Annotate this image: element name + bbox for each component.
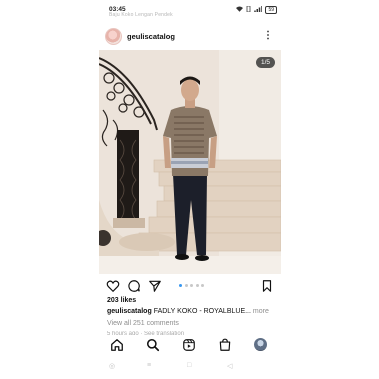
carousel-dot <box>184 284 188 287</box>
accessibility-icon[interactable]: ◎ <box>109 362 115 370</box>
comment-icon[interactable] <box>127 279 141 293</box>
carousel-indicator <box>179 284 204 287</box>
post-caption: geuliscatalog FADLY KOKO - ROYALBLUE... … <box>107 308 269 315</box>
home-button-icon[interactable]: □ <box>187 362 191 369</box>
back-icon[interactable]: ◁ <box>227 362 232 370</box>
search-icon[interactable] <box>146 338 160 352</box>
scrolled-caption-remnant: Baju Koko Lengan Pendek <box>109 12 173 18</box>
battery-icon: 59 <box>265 6 277 14</box>
signal-icon <box>254 6 263 14</box>
menu-icon[interactable]: ≡ <box>147 362 151 369</box>
system-navigation: ◎ ≡ □ ◁ <box>99 358 281 376</box>
vibrate-icon <box>246 5 251 14</box>
avatar[interactable] <box>105 28 122 45</box>
carousel-dot <box>179 284 182 287</box>
heart-icon[interactable] <box>106 279 120 293</box>
bookmark-icon[interactable] <box>260 279 274 293</box>
reels-icon[interactable] <box>182 338 196 352</box>
likes-count[interactable]: 203 likes <box>107 297 136 304</box>
instagram-post-screen: 03:45 59 Baju Koko Lengan Pendek geulisc… <box>99 0 281 379</box>
status-icons: 59 <box>236 5 277 14</box>
post-username[interactable]: geuliscatalog <box>127 32 175 41</box>
post-photo[interactable]: 1/5 <box>99 50 281 274</box>
profile-avatar[interactable] <box>254 338 267 351</box>
caption-text: FADLY KOKO - ROYALBLUE... <box>153 308 251 315</box>
wifi-icon <box>236 6 244 14</box>
caption-username[interactable]: geuliscatalog <box>107 308 152 315</box>
carousel-dot <box>195 284 199 287</box>
carousel-dot <box>190 284 193 287</box>
view-comments-link[interactable]: View all 251 comments <box>107 320 179 327</box>
shop-icon[interactable] <box>218 338 232 352</box>
bottom-navigation <box>99 335 281 355</box>
post-header: geuliscatalog ⋮ <box>99 26 281 48</box>
caption-more-link[interactable]: more <box>251 308 269 315</box>
carousel-dot <box>201 284 204 287</box>
send-icon[interactable] <box>148 279 162 293</box>
home-icon[interactable] <box>110 338 124 352</box>
product-photo-illustration <box>99 50 281 274</box>
more-vertical-icon[interactable]: ⋮ <box>263 29 273 43</box>
carousel-page-badge: 1/5 <box>255 57 275 68</box>
